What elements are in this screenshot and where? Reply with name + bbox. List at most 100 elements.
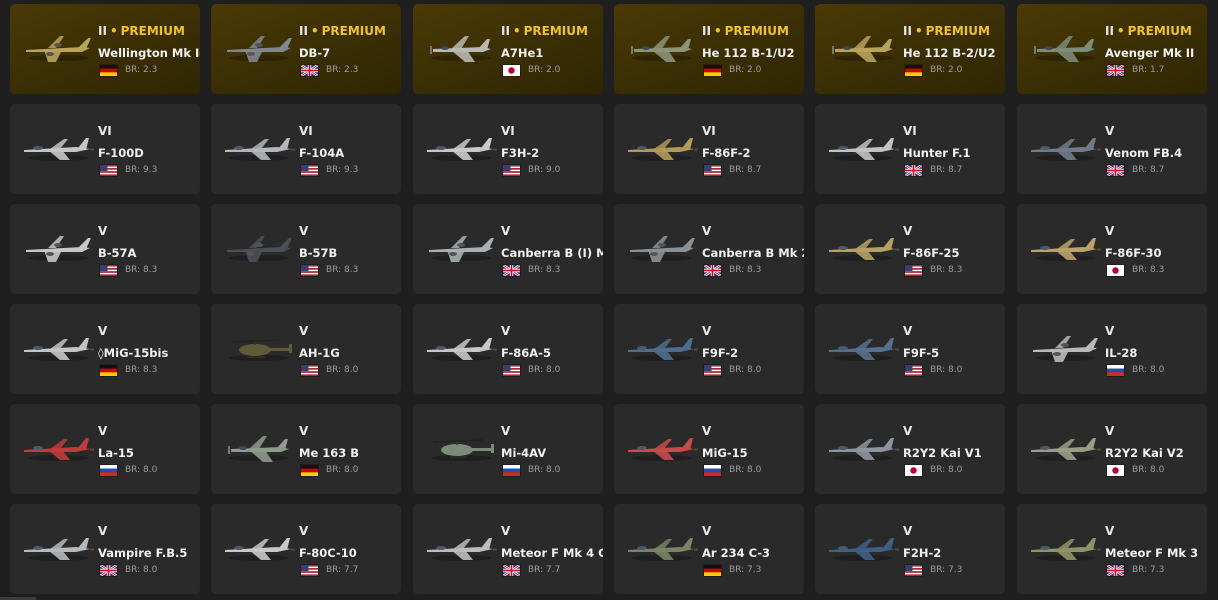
germany-flag-icon <box>905 64 922 76</box>
aircraft-thumbnail <box>823 24 903 68</box>
vehicle-card[interactable]: V Canberra B (I) Mk 6 BR: 8.3 <box>413 204 603 294</box>
vehicle-card[interactable]: V B-57A BR: 8.3 <box>10 204 200 294</box>
battle-rating: BR: 7.7 <box>528 565 561 575</box>
vehicle-card[interactable]: II • PREMIUM He 112 B-2/U2 BR: 2.0 <box>815 4 1005 94</box>
vehicle-card[interactable]: V F9F-2 BR: 8.0 <box>614 304 804 394</box>
vehicle-card[interactable]: V Venom FB.4 BR: 8.7 <box>1017 104 1207 194</box>
vehicle-card[interactable]: VI F-100D BR: 9.3 <box>10 104 200 194</box>
aircraft-thumbnail <box>622 24 702 68</box>
vehicle-card[interactable]: II • PREMIUM Wellington Mk Ic BR: 2.3 <box>10 4 200 94</box>
vehicle-name: F-80C-10 <box>299 546 357 560</box>
vehicle-card[interactable]: V Ar 234 C-3 BR: 7.3 <box>614 504 804 594</box>
vehicle-card[interactable]: V Me 163 B BR: 8.0 <box>211 404 401 494</box>
battle-rating: BR: 8.0 <box>528 365 561 375</box>
vehicle-card[interactable]: V F-86A-5 BR: 8.0 <box>413 304 603 394</box>
battle-rating: BR: 2.3 <box>125 65 158 75</box>
rank-numeral: V <box>501 324 511 338</box>
vehicle-meta: BR: 8.0 <box>704 364 761 376</box>
vehicle-rank: II • PREMIUM <box>299 24 386 38</box>
uk-flag-icon <box>704 264 721 276</box>
vehicle-card[interactable]: VI F-104A BR: 9.3 <box>211 104 401 194</box>
aircraft-thumbnail <box>1025 524 1105 568</box>
vehicle-rank: V <box>501 224 510 238</box>
vehicle-rank: V <box>299 524 308 538</box>
battle-rating: BR: 8.0 <box>930 365 963 375</box>
vehicle-card[interactable]: VI Hunter F.1 BR: 8.7 <box>815 104 1005 194</box>
premium-label: PREMIUM <box>724 24 789 38</box>
vehicle-card[interactable]: V MiG-15 BR: 8.0 <box>614 404 804 494</box>
russia-flag-icon <box>1107 364 1124 376</box>
rank-numeral: II <box>903 24 912 38</box>
aircraft-thumbnail <box>622 224 702 268</box>
vehicle-card[interactable]: V F-80C-10 BR: 7.7 <box>211 504 401 594</box>
vehicle-card[interactable]: II • PREMIUM DB-7 BR: 2.3 <box>211 4 401 94</box>
aircraft-thumbnail <box>421 24 501 68</box>
vehicle-card[interactable]: VI F3H-2 BR: 9.0 <box>413 104 603 194</box>
vehicle-card[interactable]: V B-57B BR: 8.3 <box>211 204 401 294</box>
separator-dot: • <box>914 24 923 38</box>
aircraft-thumbnail <box>823 224 903 268</box>
vehicle-name: F-104A <box>299 146 345 160</box>
battle-rating: BR: 8.0 <box>125 465 158 475</box>
separator-dot: • <box>1116 24 1125 38</box>
vehicle-meta: BR: 2.3 <box>100 64 157 76</box>
aircraft-thumbnail <box>219 24 299 68</box>
vehicle-meta: BR: 8.3 <box>905 264 962 276</box>
vehicle-meta: BR: 8.3 <box>100 364 157 376</box>
aircraft-thumbnail <box>18 224 98 268</box>
vehicle-card[interactable]: II • PREMIUM A7He1 BR: 2.0 <box>413 4 603 94</box>
rank-numeral: II <box>1105 24 1114 38</box>
usa-flag-icon <box>905 264 922 276</box>
premium-label: PREMIUM <box>321 24 386 38</box>
vehicle-card[interactable]: VI F-86F-2 BR: 8.7 <box>614 104 804 194</box>
vehicle-card[interactable]: V La-15 BR: 8.0 <box>10 404 200 494</box>
vehicle-meta: BR: 2.0 <box>905 64 962 76</box>
germany-flag-icon <box>704 64 721 76</box>
aircraft-thumbnail <box>18 124 98 168</box>
vehicle-card[interactable]: V AH-1G BR: 8.0 <box>211 304 401 394</box>
vehicle-name: F9F-2 <box>702 346 739 360</box>
rank-numeral: V <box>1105 324 1115 338</box>
vehicle-meta: BR: 9.0 <box>503 164 560 176</box>
vehicle-card[interactable]: V Canberra B Mk 2 BR: 8.3 <box>614 204 804 294</box>
battle-rating: BR: 8.3 <box>125 365 158 375</box>
vehicle-rank: V <box>702 424 711 438</box>
rank-numeral: II <box>299 24 308 38</box>
battle-rating: BR: 8.0 <box>930 465 963 475</box>
vehicle-card[interactable]: V F-86F-30 BR: 8.3 <box>1017 204 1207 294</box>
battle-rating: BR: 8.7 <box>930 165 963 175</box>
vehicle-card[interactable]: V Meteor F Mk 3 BR: 7.3 <box>1017 504 1207 594</box>
vehicle-rank: V <box>501 524 510 538</box>
vehicle-name: F-86A-5 <box>501 346 551 360</box>
vehicle-name: Me 163 B <box>299 446 360 460</box>
usa-flag-icon <box>905 364 922 376</box>
vehicle-meta: BR: 8.0 <box>100 464 157 476</box>
usa-flag-icon <box>704 164 721 176</box>
vehicle-name: F-86F-30 <box>1105 246 1162 260</box>
separator-dot: • <box>109 24 118 38</box>
battle-rating: BR: 7.7 <box>326 565 359 575</box>
vehicle-name: F2H-2 <box>903 546 942 560</box>
vehicle-card[interactable]: V Vampire F.B.5 BR: 8.0 <box>10 504 200 594</box>
vehicle-card[interactable]: V F-86F-25 BR: 8.3 <box>815 204 1005 294</box>
vehicle-card[interactable]: II • PREMIUM Avenger Mk II BR: 1.7 <box>1017 4 1207 94</box>
uk-flag-icon <box>1107 64 1124 76</box>
usa-flag-icon <box>301 264 318 276</box>
vehicle-card[interactable]: V ◊MiG-15bis BR: 8.3 <box>10 304 200 394</box>
vehicle-card[interactable]: V F9F-5 BR: 8.0 <box>815 304 1005 394</box>
vehicle-rank: V <box>1105 124 1114 138</box>
vehicle-rank: V <box>98 424 107 438</box>
vehicle-card[interactable]: V IL-28 BR: 8.0 <box>1017 304 1207 394</box>
vehicle-card[interactable]: V Mi-4AV BR: 8.0 <box>413 404 603 494</box>
vehicle-card[interactable]: V Meteor F Mk 4 G.41F BR: 7.7 <box>413 504 603 594</box>
vehicle-name: B-57A <box>98 246 137 260</box>
vehicle-card[interactable]: II • PREMIUM He 112 B-1/U2 BR: 2.0 <box>614 4 804 94</box>
uk-flag-icon <box>1107 164 1124 176</box>
vehicle-meta: BR: 8.0 <box>905 464 962 476</box>
vehicle-card[interactable]: V F2H-2 BR: 7.3 <box>815 504 1005 594</box>
usa-flag-icon <box>905 564 922 576</box>
vehicle-meta: BR: 8.0 <box>503 364 560 376</box>
vehicle-card[interactable]: V R2Y2 Kai V2 BR: 8.0 <box>1017 404 1207 494</box>
vehicle-card[interactable]: V R2Y2 Kai V1 BR: 8.0 <box>815 404 1005 494</box>
vehicle-meta: BR: 8.3 <box>301 264 358 276</box>
